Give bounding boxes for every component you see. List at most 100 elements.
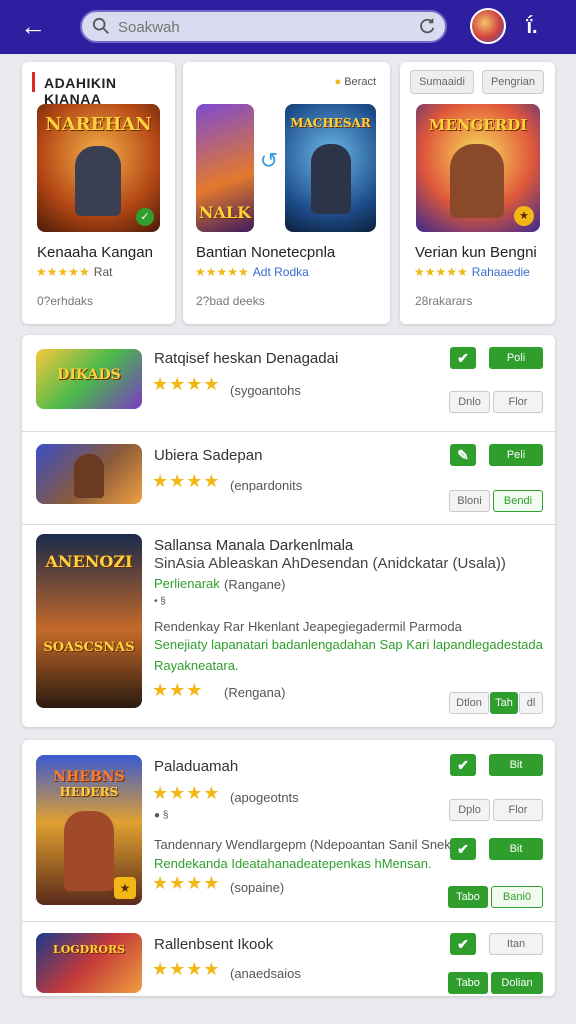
thumbnail-caption: ANENOZI <box>45 552 133 571</box>
game-title[interactable]: Paladuamah <box>154 758 238 775</box>
developer-link[interactable]: Perlienarak <box>154 576 220 591</box>
game-name[interactable]: Bantian Nonetecpnla <box>196 244 335 261</box>
play-button[interactable]: Bit <box>489 754 543 776</box>
badge-text: Beract <box>344 76 376 88</box>
game-title[interactable]: Sallansa Manala Darkenlmala <box>154 537 353 554</box>
rating-text: (anaedsaios <box>230 966 301 981</box>
rating-text: (enpardonits <box>230 478 303 493</box>
play-button[interactable]: Poli <box>489 347 543 369</box>
thumbnail-caption: DIKADS <box>57 367 121 383</box>
tab-settings[interactable]: Pengrian <box>482 70 544 94</box>
flag-button[interactable]: Flor <box>493 799 543 821</box>
rating-text: Rat <box>93 265 113 279</box>
description-line-2: Senejiaty lapanatari badanlengadahan Sap… <box>154 637 543 652</box>
options-button[interactable]: Itan <box>489 933 543 955</box>
info-button[interactable]: Dnlo <box>449 391 490 413</box>
rating-text: (sygoantohs <box>230 383 301 398</box>
rating-stars: ★★★ <box>152 680 204 700</box>
game-meta: 2?bad deeks <box>196 294 265 308</box>
game-title[interactable]: Rallenbsent Ikook <box>154 936 273 953</box>
featured-card-2[interactable]: ● Beract NALK ↺ MACHESAR Bantian Nonetec… <box>183 62 390 324</box>
game-thumbnail[interactable]: DIKADS <box>36 349 142 409</box>
game-title[interactable]: Ubiera Sadepan <box>154 447 262 464</box>
divider <box>22 921 555 922</box>
divider <box>22 431 555 432</box>
tab-summary[interactable]: Sumaaidi <box>410 70 474 94</box>
description-line-3: Rayakneatara. <box>154 658 239 673</box>
rating-stars: ★★★★★ Rat <box>36 265 112 279</box>
refresh-icon[interactable] <box>419 17 437 35</box>
tab-button[interactable]: Tah <box>490 692 518 714</box>
section-accent-bar <box>32 72 35 92</box>
tab-button[interactable]: Tabo <box>448 886 488 908</box>
check-button-2[interactable]: ✔ <box>450 838 476 860</box>
check-button[interactable]: ✔ <box>450 347 476 369</box>
rating-stars: ★★★★★ Rahaaedie <box>414 265 530 279</box>
thumbnail-caption-sub: NALK <box>198 203 252 222</box>
featured-card-3[interactable]: Sumaaidi Pengrian MENGERDI ★ Verian kun … <box>400 62 555 324</box>
rating-text: (sopaine) <box>230 880 285 895</box>
tab-button[interactable]: Tabo <box>448 972 488 994</box>
search-icon <box>92 17 109 34</box>
trophy-icon: ★ <box>514 206 534 226</box>
game-title[interactable]: Ratqisef heskan Denagadai <box>154 350 338 367</box>
thumbnail-caption: MENGERDI <box>428 116 528 134</box>
info-button[interactable]: Bloni <box>449 490 490 512</box>
description-line-1: Tandennary Wendlargepm (Ndepoantan Sanil… <box>154 837 461 852</box>
game-meta: 28rakarars <box>415 294 473 308</box>
game-thumbnail[interactable]: ANENOZI SOASCSNAS <box>36 534 142 708</box>
rating-stars: ★★★★ <box>152 471 221 491</box>
rating-text: Adt Rodka <box>252 265 309 279</box>
developer-sub: (Rangane) <box>224 577 286 592</box>
game-thumbnail-left[interactable]: NALK <box>196 104 254 232</box>
rating-text: Rahaaedie <box>471 265 530 279</box>
fire-icon: ● <box>334 76 342 88</box>
check-button[interactable]: ✔ <box>450 754 476 776</box>
game-thumbnail[interactable]: LOGDRORS <box>36 933 142 993</box>
small-icons: ● § <box>154 810 169 821</box>
description-line-2: Rendekanda Ideatahanadeatepenkas hMensan… <box>154 856 432 871</box>
info-button[interactable]: Dtlon <box>449 692 489 714</box>
send-button[interactable]: Bendi <box>493 490 543 512</box>
game-name[interactable]: Verian kun Bengni <box>415 244 537 261</box>
rating-text: (apogeotnts <box>230 790 299 805</box>
thumbnail-caption: MACHESAR <box>290 116 371 130</box>
rating-stars: ★★★★ <box>152 959 221 979</box>
game-thumbnail[interactable] <box>36 444 142 504</box>
description-line-1: Rendenkay Rar Hkenlant Jeapegiegadermil … <box>154 619 462 634</box>
thumbnail-caption: NHEBNS <box>53 769 125 785</box>
game-name[interactable]: Kenaaha Kangan <box>37 244 153 261</box>
game-subtitle: SinAsia Ableaskan AhDesendan (Anidckatar… <box>154 555 506 572</box>
badge: ● Beract <box>334 76 376 88</box>
rating-text: (Rengana) <box>224 685 286 700</box>
featured-card-1[interactable]: ADAHIKIN KIANAA NAREHAN ✓ Kenaaha Kangan… <box>22 62 175 324</box>
game-thumbnail-right[interactable]: MACHESAR <box>285 104 376 232</box>
thumbnail-caption-sub: HEDERS <box>59 785 119 799</box>
play-button[interactable]: Peli <box>489 444 543 466</box>
thumbnail-caption: LOGDRORS <box>52 943 126 956</box>
search-input[interactable] <box>118 16 398 38</box>
flag-button[interactable]: Flor <box>493 391 543 413</box>
rating-stars: ★★★★★ Adt Rodka <box>195 265 309 279</box>
translate-icon[interactable]: ḯ. <box>518 13 546 41</box>
download-button[interactable]: Bani0 <box>491 886 543 908</box>
game-thumbnail[interactable]: NAREHAN ✓ <box>37 104 160 232</box>
avatar[interactable] <box>470 8 506 44</box>
info-button[interactable]: Dplo <box>449 799 490 821</box>
detail-button[interactable]: dl <box>519 692 543 714</box>
play-button-2[interactable]: Bit <box>489 838 543 860</box>
thumbnail-caption: NAREHAN <box>45 114 152 135</box>
rating-stars: ★★★★ <box>152 374 221 394</box>
game-thumbnail[interactable]: MENGERDI ★ <box>416 104 540 232</box>
edit-button[interactable]: ✎ <box>450 444 476 466</box>
thumbnail-caption-sub: SOASCSNAS <box>43 640 135 655</box>
game-thumbnail[interactable]: NHEBNS HEDERS ★ <box>36 755 142 905</box>
search-bar[interactable] <box>80 10 447 43</box>
game-meta: 0?erhdaks <box>37 294 94 308</box>
rating-stars-glyphs: ★★★★★ <box>195 265 249 279</box>
back-arrow-icon[interactable]: ← <box>18 11 48 41</box>
download-button[interactable]: Dolian <box>491 972 543 994</box>
rating-stars: ★★★★ <box>152 873 221 893</box>
check-button[interactable]: ✔ <box>450 933 476 955</box>
swap-arrows-icon: ↺ <box>259 148 279 173</box>
